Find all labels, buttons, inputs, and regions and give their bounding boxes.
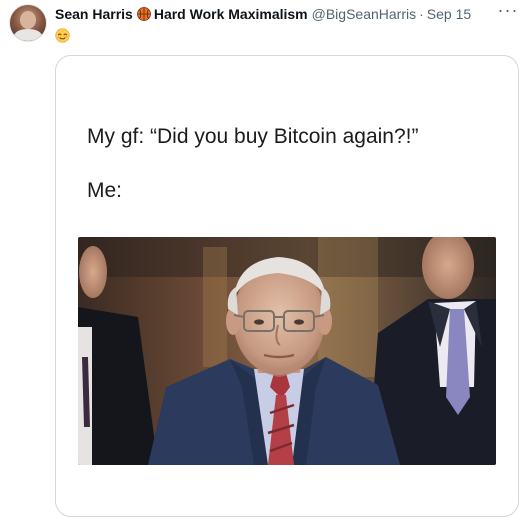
tweet-text	[55, 24, 70, 44]
basketball-icon	[136, 7, 151, 21]
author-display-name[interactable]: Sean Harris	[55, 4, 133, 24]
separator-dot: ·	[419, 6, 424, 22]
meme-caption-line-2: Me:	[87, 179, 123, 202]
media-card[interactable]: My gf: “Did you buy Bitcoin again?!” Me:	[55, 55, 519, 517]
author-handle[interactable]: @BigSeanHarris	[312, 4, 416, 24]
tweet[interactable]: Sean Harris Hard Work Maximalism @BigSea…	[0, 0, 525, 523]
more-options-icon[interactable]: ···	[496, 1, 520, 22]
author-name-suffix[interactable]: Hard Work Maximalism	[154, 4, 308, 24]
timestamp[interactable]: Sep 15	[427, 4, 471, 24]
author-avatar[interactable]	[9, 4, 47, 42]
meme-caption-line-1: My gf: “Did you buy Bitcoin again?!”	[87, 125, 419, 148]
avatar-face	[20, 11, 36, 29]
meme-photo	[78, 237, 496, 465]
relieved-face-icon	[55, 28, 70, 43]
avatar-shirt	[14, 29, 42, 41]
tweet-header: Sean Harris Hard Work Maximalism @BigSea…	[55, 4, 471, 24]
